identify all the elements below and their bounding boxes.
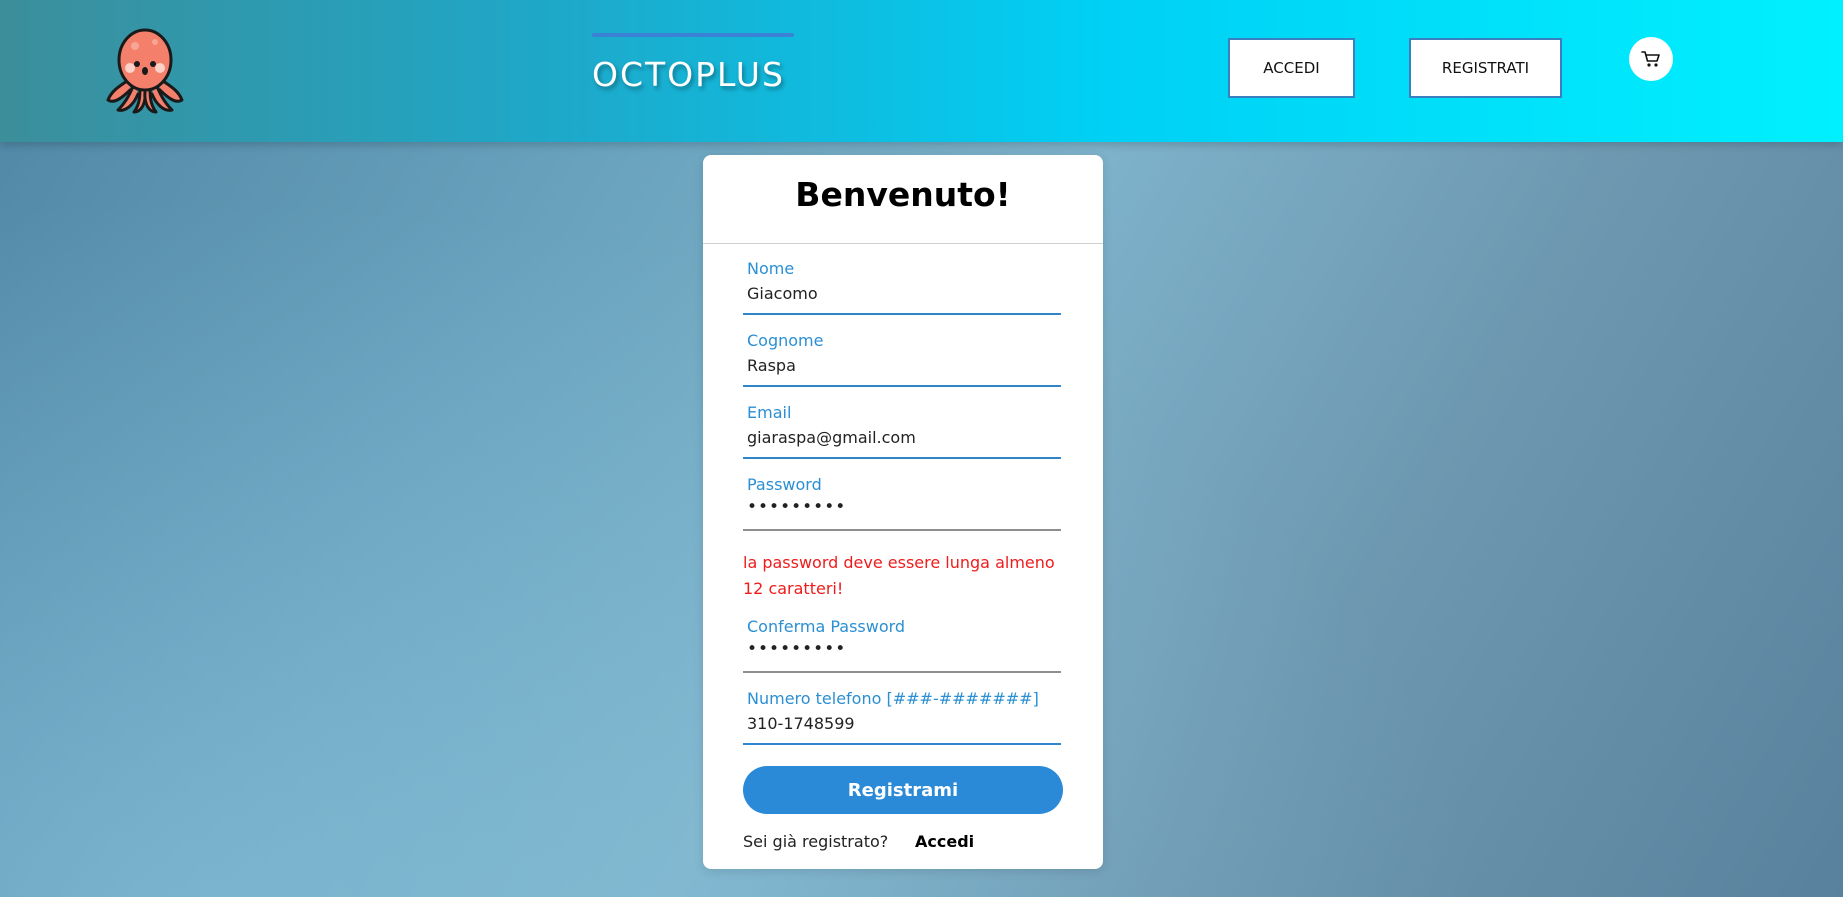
octopus-logo-icon[interactable] [100,24,190,114]
nome-label: Nome [747,259,795,278]
login-button[interactable]: ACCEDI [1228,38,1355,98]
password-error-message: la password deve essere lunga almeno 12 … [743,553,1055,598]
title-divider [703,243,1103,244]
login-link[interactable]: Accedi [915,832,974,851]
nome-field[interactable]: Nome Giacomo [743,259,1061,315]
cart-button[interactable] [1629,37,1673,81]
cognome-value[interactable]: Raspa [747,356,796,375]
email-label: Email [747,403,792,422]
phone-value[interactable]: 310-1748599 [747,714,855,733]
confirm-password-field[interactable]: Conferma Password ••••••••• [743,617,1061,673]
password-value[interactable]: ••••••••• [747,497,846,517]
cognome-field[interactable]: Cognome Raspa [743,331,1061,387]
brand-underline [592,33,794,37]
register-submit-button[interactable]: Registrami [743,766,1063,814]
password-field[interactable]: Password ••••••••• [743,475,1061,531]
confirm-password-label: Conferma Password [747,617,906,636]
form-title: Benvenuto! [795,175,1011,214]
brand-title: OCTOPLUS [592,55,785,94]
phone-label: Numero telefono [###-#######] [747,689,1039,708]
phone-field[interactable]: Numero telefono [###-#######] 310-174859… [743,689,1061,745]
cart-icon [1641,51,1660,67]
brand[interactable]: OCTOPLUS [592,33,794,97]
already-registered-text: Sei già registrato? [743,832,889,851]
top-header: OCTOPLUS ACCEDI REGISTRATI [0,0,1843,142]
confirm-password-value[interactable]: ••••••••• [747,639,846,659]
cognome-label: Cognome [747,331,824,350]
email-field[interactable]: Email giaraspa@gmail.com [743,403,1061,459]
nome-value[interactable]: Giacomo [747,284,818,303]
email-value[interactable]: giaraspa@gmail.com [747,428,916,447]
password-label: Password [747,475,822,494]
registration-card: Benvenuto! Nome Giacomo Cognome Raspa Em… [703,155,1103,869]
register-button[interactable]: REGISTRATI [1409,38,1562,98]
